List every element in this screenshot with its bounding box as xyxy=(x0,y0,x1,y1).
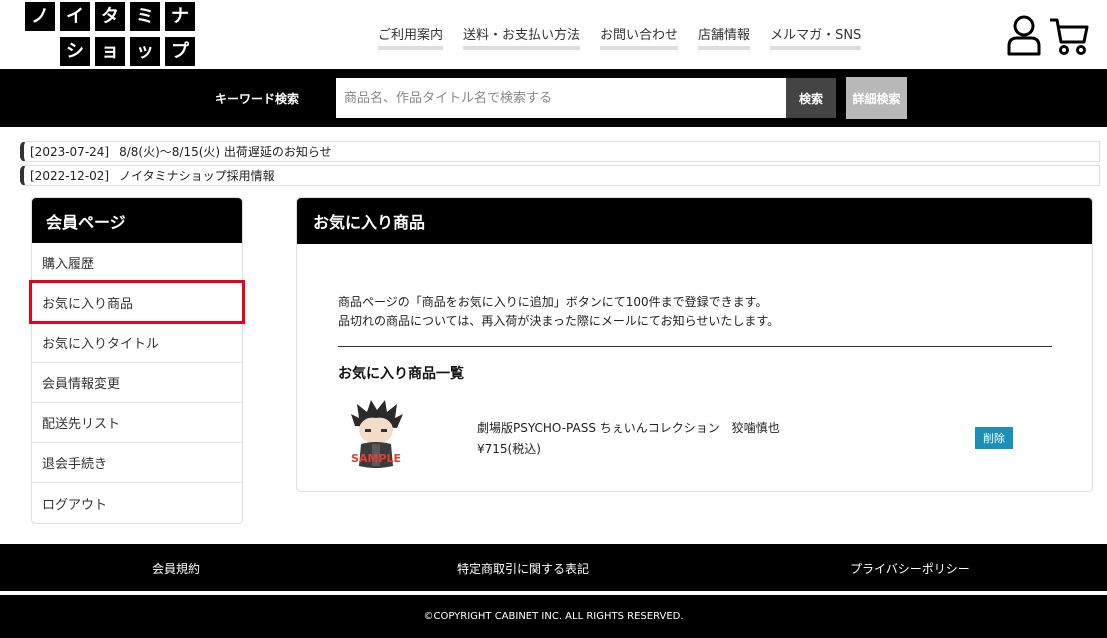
search-input[interactable] xyxy=(336,78,786,118)
product-price: ¥715(税込) xyxy=(477,442,541,456)
footer-links: 会員規約 特定商取引に関する表記 プライバシーポリシー xyxy=(0,544,1107,591)
header-nav: ご利用案内 送料・お支払い方法 お問い合わせ 店舗情報 メルマガ・SNS xyxy=(378,24,862,50)
notice-text: 8/8(火)～8/15(火) 出荷遅延のお知らせ xyxy=(119,145,332,159)
site-header: ノ イ タ ミ ナ シ ョ ッ プ ご利用案内 送料・お支払い方法 お問い合わせ… xyxy=(0,0,1107,69)
panel-description: 商品ページの「商品をお気に入りに追加」ボタンにて100件まで登録できます。 品切… xyxy=(338,293,779,331)
notice-date: [2022-12-02] xyxy=(30,168,110,183)
delete-button[interactable]: 削除 xyxy=(975,427,1013,449)
member-sidebar: 会員ページ 購入履歴 お気に入り商品 お気に入りタイトル 会員情報変更 配送先リ… xyxy=(31,197,243,524)
logo-tile: イ xyxy=(60,2,90,31)
detail-search-button[interactable]: 詳細検索 xyxy=(846,77,907,119)
logo-tile: ミ xyxy=(130,2,160,31)
description-line: 品切れの商品については、再入荷が決まった際にメールにてお知らせいたします。 xyxy=(338,314,780,328)
notice-item[interactable]: [2023-07-24] 8/8(火)～8/15(火) 出荷遅延のお知らせ xyxy=(20,141,1100,162)
nav-shipping-link[interactable]: 送料・お支払い方法 xyxy=(463,24,581,50)
footer-terms-link[interactable]: 会員規約 xyxy=(152,560,200,577)
divider xyxy=(338,346,1052,347)
logo-tile: シ xyxy=(60,37,90,66)
description-line: 商品ページの「商品をお気に入りに追加」ボタンにて100件まで登録できます。 xyxy=(338,295,768,309)
favorites-list-title: お気に入り商品一覧 xyxy=(338,366,464,382)
notice-date: [2023-07-24] xyxy=(30,144,110,159)
logo-tile: ノ xyxy=(25,2,55,31)
sample-watermark: SAMPLE xyxy=(351,452,401,465)
footer-privacy-link[interactable]: プライバシーポリシー xyxy=(850,560,970,577)
sidebar-item-favorite-products[interactable]: お気に入り商品 xyxy=(32,283,242,323)
logo-tile: プ xyxy=(165,37,195,66)
search-label: キーワード検索 xyxy=(215,92,300,106)
sidebar-item-withdraw[interactable]: 退会手続き xyxy=(32,443,242,483)
nav-store-link[interactable]: 店舗情報 xyxy=(698,24,751,50)
notice-text: ノイタミナショップ採用情報 xyxy=(119,169,275,183)
user-icon[interactable] xyxy=(1006,14,1042,56)
sidebar-item-edit-profile[interactable]: 会員情報変更 xyxy=(32,363,242,403)
nav-newsletter-link[interactable]: メルマガ・SNS xyxy=(770,24,862,50)
logo-tile: ナ xyxy=(165,2,195,31)
logo-tile: ッ xyxy=(130,37,160,66)
favorites-panel: お気に入り商品 商品ページの「商品をお気に入りに追加」ボタンにて100件まで登録… xyxy=(296,197,1093,492)
site-logo[interactable]: ノ イ タ ミ ナ シ ョ ッ プ xyxy=(25,2,195,68)
product-name[interactable]: 劇場版PSYCHO-PASS ちぇいんコレクション 狡噛慎也 xyxy=(477,419,780,436)
sidebar-item-shipping-list[interactable]: 配送先リスト xyxy=(32,403,242,443)
sidebar-item-logout[interactable]: ログアウト xyxy=(32,483,242,523)
copyright: ©COPYRIGHT CABINET INC. ALL RIGHTS RESER… xyxy=(0,595,1107,638)
sidebar-item-favorite-titles[interactable]: お気に入りタイトル xyxy=(32,323,242,363)
page-title: お気に入り商品 xyxy=(297,198,1092,244)
product-image[interactable]: SAMPLE xyxy=(345,396,407,476)
logo-tile: タ xyxy=(95,2,125,31)
logo-tile: ョ xyxy=(95,37,125,66)
search-button[interactable]: 検索 xyxy=(786,78,836,118)
nav-contact-link[interactable]: お問い合わせ xyxy=(600,24,679,50)
footer-legal-link[interactable]: 特定商取引に関する表記 xyxy=(457,560,589,577)
cart-icon[interactable] xyxy=(1048,16,1090,56)
search-bar: キーワード検索 検索 詳細検索 xyxy=(0,69,1107,127)
notice-item[interactable]: [2022-12-02] ノイタミナショップ採用情報 xyxy=(20,165,1100,186)
sidebar-title: 会員ページ xyxy=(32,198,242,243)
nav-guide-link[interactable]: ご利用案内 xyxy=(378,24,444,50)
sidebar-item-purchase-history[interactable]: 購入履歴 xyxy=(32,243,242,283)
